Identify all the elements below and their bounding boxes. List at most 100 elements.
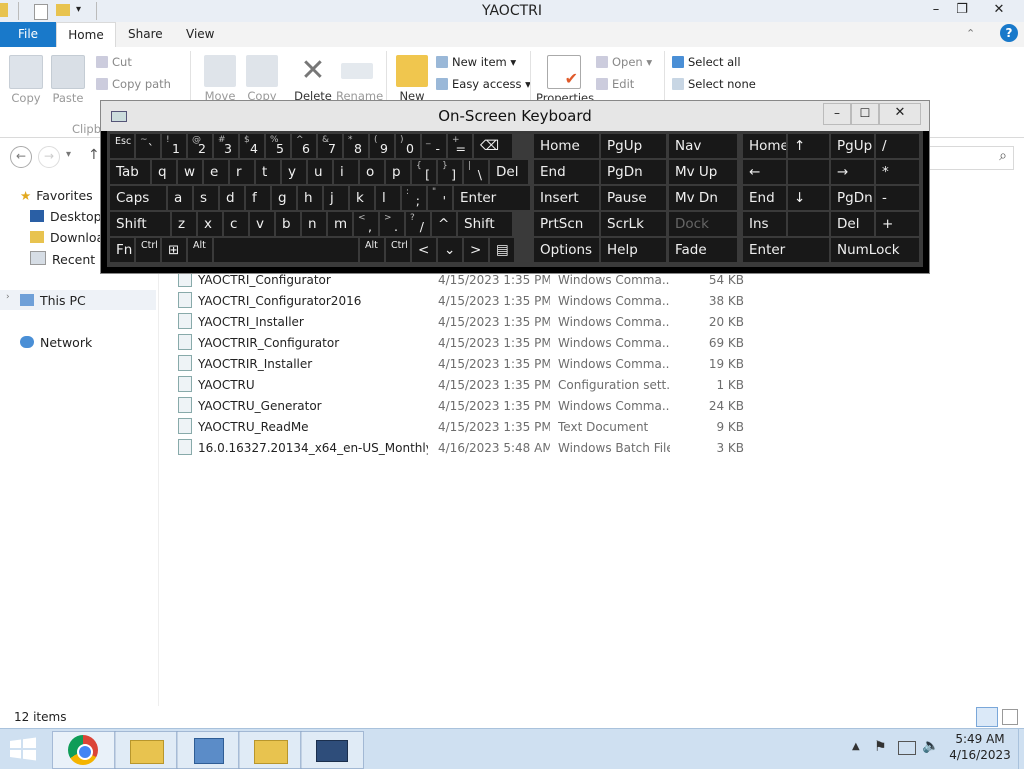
copy-button[interactable]: Copy bbox=[8, 55, 44, 105]
sidebar-item-desktop[interactable]: Desktop bbox=[30, 209, 102, 224]
taskbar-file-explorer[interactable] bbox=[114, 731, 178, 769]
key[interactable]: + = bbox=[448, 134, 472, 158]
key[interactable]: Nav bbox=[669, 134, 737, 158]
key[interactable]: u bbox=[308, 160, 332, 184]
key[interactable]: ) 0 bbox=[396, 134, 420, 158]
key[interactable]: Home bbox=[534, 134, 599, 158]
delete-button[interactable]: ✕ Delete bbox=[292, 55, 334, 104]
key[interactable]: z bbox=[172, 212, 196, 236]
new-folder-button[interactable]: New bbox=[396, 55, 428, 103]
key[interactable]: Help bbox=[601, 238, 666, 262]
file-row[interactable]: YAOCTRI_Installer 4/15/2023 1:35 PM Window… bbox=[178, 312, 758, 333]
action-center-flag-icon[interactable]: ⚑ bbox=[874, 739, 887, 755]
key[interactable]: Dock bbox=[669, 212, 737, 236]
file-row[interactable]: YAOCTRU 4/15/2023 1:35 PM Configuration se… bbox=[178, 375, 758, 396]
file-row[interactable]: YAOCTRIR_Configurator 4/15/2023 1:35 PM Wi… bbox=[178, 333, 758, 354]
key[interactable]: - bbox=[876, 186, 919, 210]
key[interactable]: PgUp bbox=[601, 134, 666, 158]
key[interactable]: n bbox=[302, 212, 326, 236]
key[interactable]: Del bbox=[490, 160, 528, 184]
key[interactable]: y bbox=[282, 160, 306, 184]
search-icon[interactable]: ⌕ bbox=[999, 148, 1007, 164]
key[interactable]: * 8 bbox=[344, 134, 368, 158]
tab-view[interactable]: View bbox=[176, 22, 224, 47]
tab-home[interactable]: Home bbox=[56, 22, 116, 47]
show-desktop-button[interactable] bbox=[1018, 729, 1024, 769]
key[interactable]: >. bbox=[380, 212, 404, 236]
key[interactable]: ⊞ bbox=[162, 238, 186, 262]
file-row[interactable]: YAOCTRIR_Installer 4/15/2023 1:35 PM Windo… bbox=[178, 354, 758, 375]
sidebar-item-this-pc[interactable]: › This PC bbox=[0, 290, 156, 310]
select-all-button[interactable]: Select all bbox=[672, 55, 741, 69]
key[interactable]: Alt bbox=[188, 238, 212, 262]
key[interactable]: (9 bbox=[370, 134, 394, 158]
key[interactable]: | \ bbox=[464, 160, 488, 184]
key[interactable]: b bbox=[276, 212, 300, 236]
taskbar-server-manager[interactable] bbox=[176, 731, 240, 769]
edit-button[interactable]: Edit bbox=[596, 77, 634, 91]
new-item-button[interactable]: New item ▾ bbox=[436, 55, 516, 69]
file-row[interactable]: 16.0.16327.20134_x64_en-US_MonthlyPre...… bbox=[178, 438, 758, 459]
sidebar-item-favorites[interactable]: ★ Favorites bbox=[20, 188, 93, 203]
close-button[interactable]: ✕ bbox=[976, 0, 1022, 20]
file-row[interactable]: YAOCTRU_ReadMe 4/15/2023 1:35 PM Text Docu… bbox=[178, 417, 758, 438]
copy-path-button[interactable]: Copy path bbox=[96, 77, 171, 91]
key[interactable]: Enter bbox=[743, 238, 829, 262]
file-row[interactable]: YAOCTRU_Generator 4/15/2023 1:35 PM Window… bbox=[178, 396, 758, 417]
clock[interactable]: 5:49 AM 4/16/2023 bbox=[948, 731, 1012, 763]
select-none-button[interactable]: Select none bbox=[672, 77, 756, 91]
key[interactable]: & 7 bbox=[318, 134, 342, 158]
key[interactable]: Shift bbox=[458, 212, 512, 236]
key[interactable]: % 5 bbox=[266, 134, 290, 158]
taskbar-chrome[interactable] bbox=[52, 731, 116, 769]
tab-file[interactable]: File bbox=[0, 22, 56, 47]
key[interactable]: Tab bbox=[110, 160, 150, 184]
key[interactable]: ⌫ bbox=[474, 134, 512, 158]
key[interactable]: ↑ bbox=[788, 134, 829, 158]
key[interactable]: * bbox=[876, 160, 919, 184]
key[interactable]: i bbox=[334, 160, 358, 184]
key[interactable]: ? / bbox=[406, 212, 430, 236]
key[interactable]: $4 bbox=[240, 134, 264, 158]
key[interactable]: → bbox=[831, 160, 874, 184]
key[interactable]: f bbox=[246, 186, 270, 210]
recent-locations-dropdown[interactable]: ▾ bbox=[66, 149, 71, 160]
move-to-button[interactable]: Move bbox=[202, 55, 238, 103]
key[interactable]: > bbox=[464, 238, 488, 262]
key[interactable]: h bbox=[298, 186, 322, 210]
forward-button[interactable]: → bbox=[38, 146, 60, 168]
key[interactable]: Caps bbox=[110, 186, 166, 210]
key[interactable]: Insert bbox=[534, 186, 599, 210]
help-button[interactable]: ? bbox=[1000, 24, 1018, 42]
key[interactable]: End bbox=[743, 186, 786, 210]
key[interactable]: Enter bbox=[454, 186, 530, 210]
key[interactable]: + bbox=[876, 212, 919, 236]
key[interactable]: ScrLk bbox=[601, 212, 666, 236]
tab-share[interactable]: Share bbox=[118, 22, 173, 47]
key[interactable]: c bbox=[224, 212, 248, 236]
key[interactable]: ⌄ bbox=[438, 238, 462, 262]
key[interactable]: PgDn bbox=[601, 160, 666, 184]
easy-access-button[interactable]: Easy access ▾ bbox=[436, 77, 531, 91]
file-row[interactable]: YAOCTRI_Configurator2016 4/15/2023 1:35 P… bbox=[178, 291, 758, 312]
key[interactable]: ▤ bbox=[490, 238, 514, 262]
key[interactable]: ! 1 bbox=[162, 134, 186, 158]
minimize-button[interactable]: – bbox=[922, 0, 950, 20]
collapse-ribbon-icon[interactable]: ⌃ bbox=[966, 27, 975, 40]
sidebar-item-recent-places[interactable]: Recent pl bbox=[30, 251, 111, 267]
key[interactable]: Fade bbox=[669, 238, 737, 262]
show-hidden-icons[interactable]: ▲ bbox=[852, 741, 860, 752]
key[interactable]: x bbox=[198, 212, 222, 236]
key[interactable]: Pause bbox=[601, 186, 666, 210]
key[interactable]: PrtScn bbox=[534, 212, 599, 236]
key[interactable]: }] bbox=[438, 160, 462, 184]
rename-button[interactable]: Rename bbox=[336, 55, 383, 103]
key[interactable]: d bbox=[220, 186, 244, 210]
osk-maximize-button[interactable]: ☐ bbox=[851, 103, 879, 125]
volume-muted-icon[interactable]: 🔈 bbox=[922, 738, 939, 754]
key[interactable]: NumLock bbox=[831, 238, 919, 262]
key[interactable]: q bbox=[152, 160, 176, 184]
properties-button[interactable]: ✔ Properties bbox=[536, 55, 594, 105]
key[interactable]: _ - bbox=[422, 134, 446, 158]
key[interactable]: Ctrl bbox=[386, 238, 410, 262]
